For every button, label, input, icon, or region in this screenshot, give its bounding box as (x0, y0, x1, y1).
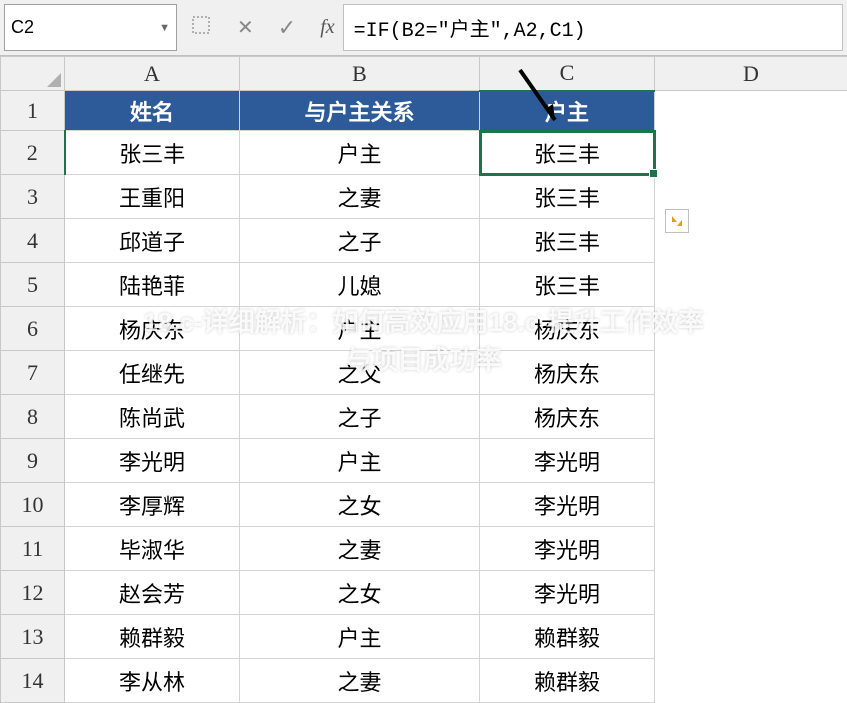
name-box-value: C2 (11, 17, 34, 38)
cell-d8[interactable] (655, 395, 847, 439)
cell-d1[interactable] (655, 91, 847, 131)
cell-d14[interactable] (655, 659, 847, 703)
cell-b7[interactable]: 之父 (240, 351, 480, 395)
cell-a1[interactable]: 姓名 (65, 91, 240, 131)
col-header-c[interactable]: C (480, 57, 655, 91)
cell-c10[interactable]: 李光明 (480, 483, 655, 527)
row-header-7[interactable]: 7 (1, 351, 65, 395)
spreadsheet-grid: A B C D 1 姓名 与户主关系 户主 2 张三丰 户主 张三丰 3 王重阳… (0, 56, 847, 703)
cell-a11[interactable]: 毕淑华 (65, 527, 240, 571)
cell-b1[interactable]: 与户主关系 (240, 91, 480, 131)
cell-b14[interactable]: 之妻 (240, 659, 480, 703)
name-box-dropdown-icon[interactable]: ▼ (159, 22, 170, 34)
cell-d6[interactable] (655, 307, 847, 351)
cell-c4[interactable]: 张三丰 (480, 219, 655, 263)
cell-b4[interactable]: 之子 (240, 219, 480, 263)
cell-c1[interactable]: 户主 (480, 91, 655, 131)
cell-d11[interactable] (655, 527, 847, 571)
cell-a7[interactable]: 任继先 (65, 351, 240, 395)
cell-a8[interactable]: 陈尚武 (65, 395, 240, 439)
formula-text: =IF(B2="户主",A2,C1) (354, 13, 586, 43)
cell-a2[interactable]: 张三丰 (65, 131, 240, 175)
cell-c6[interactable]: 杨庆东 (480, 307, 655, 351)
cell-b5[interactable]: 儿媳 (240, 263, 480, 307)
dotted-box-icon[interactable] (189, 16, 213, 40)
cell-a12[interactable]: 赵会芳 (65, 571, 240, 615)
cell-c12[interactable]: 李光明 (480, 571, 655, 615)
cell-d5[interactable] (655, 263, 847, 307)
cell-c9[interactable]: 李光明 (480, 439, 655, 483)
cell-b13[interactable]: 户主 (240, 615, 480, 659)
row-header-9[interactable]: 9 (1, 439, 65, 483)
cell-a6[interactable]: 杨庆东 (65, 307, 240, 351)
row-header-3[interactable]: 3 (1, 175, 65, 219)
cell-a13[interactable]: 赖群毅 (65, 615, 240, 659)
formula-bar: C2 ▼ ✕ ✓ fx =IF(B2="户主",A2,C1) (0, 0, 847, 56)
cell-b3[interactable]: 之妻 (240, 175, 480, 219)
cell-c7[interactable]: 杨庆东 (480, 351, 655, 395)
row-header-6[interactable]: 6 (1, 307, 65, 351)
cell-d13[interactable] (655, 615, 847, 659)
cell-b2[interactable]: 户主 (240, 131, 480, 175)
cell-a9[interactable]: 李光明 (65, 439, 240, 483)
cell-d10[interactable] (655, 483, 847, 527)
name-box[interactable]: C2 ▼ (4, 4, 177, 51)
cell-b11[interactable]: 之妻 (240, 527, 480, 571)
col-header-d[interactable]: D (655, 57, 847, 91)
cell-d7[interactable] (655, 351, 847, 395)
cell-a3[interactable]: 王重阳 (65, 175, 240, 219)
cell-a4[interactable]: 邱道子 (65, 219, 240, 263)
cell-d9[interactable] (655, 439, 847, 483)
cell-a10[interactable]: 李厚辉 (65, 483, 240, 527)
cell-b8[interactable]: 之子 (240, 395, 480, 439)
cancel-icon[interactable]: ✕ (237, 15, 254, 40)
cell-b10[interactable]: 之女 (240, 483, 480, 527)
cell-a14[interactable]: 李从林 (65, 659, 240, 703)
col-header-a[interactable]: A (65, 57, 240, 91)
confirm-icon[interactable]: ✓ (278, 15, 296, 41)
cell-a5[interactable]: 陆艳菲 (65, 263, 240, 307)
autofill-options-icon[interactable] (665, 209, 689, 233)
cell-b6[interactable]: 户主 (240, 307, 480, 351)
cell-c11[interactable]: 李光明 (480, 527, 655, 571)
row-header-1[interactable]: 1 (1, 91, 65, 131)
row-header-8[interactable]: 8 (1, 395, 65, 439)
row-header-14[interactable]: 14 (1, 659, 65, 703)
row-header-4[interactable]: 4 (1, 219, 65, 263)
col-header-b[interactable]: B (240, 57, 480, 91)
fx-icon[interactable]: fx (320, 16, 334, 39)
cell-c3[interactable]: 张三丰 (480, 175, 655, 219)
cell-b9[interactable]: 户主 (240, 439, 480, 483)
cell-b12[interactable]: 之女 (240, 571, 480, 615)
row-header-10[interactable]: 10 (1, 483, 65, 527)
row-header-5[interactable]: 5 (1, 263, 65, 307)
row-header-12[interactable]: 12 (1, 571, 65, 615)
select-all-corner[interactable] (1, 57, 65, 91)
cell-c5[interactable]: 张三丰 (480, 263, 655, 307)
row-header-2[interactable]: 2 (1, 131, 65, 175)
cell-d2[interactable] (655, 131, 847, 175)
cell-c14[interactable]: 赖群毅 (480, 659, 655, 703)
row-header-11[interactable]: 11 (1, 527, 65, 571)
cell-c8[interactable]: 杨庆东 (480, 395, 655, 439)
cell-c2[interactable]: 张三丰 (480, 131, 655, 175)
formula-bar-buttons: ✕ ✓ fx (181, 0, 343, 55)
row-header-13[interactable]: 13 (1, 615, 65, 659)
formula-input[interactable]: =IF(B2="户主",A2,C1) (343, 4, 843, 51)
cell-d12[interactable] (655, 571, 847, 615)
cell-c13[interactable]: 赖群毅 (480, 615, 655, 659)
